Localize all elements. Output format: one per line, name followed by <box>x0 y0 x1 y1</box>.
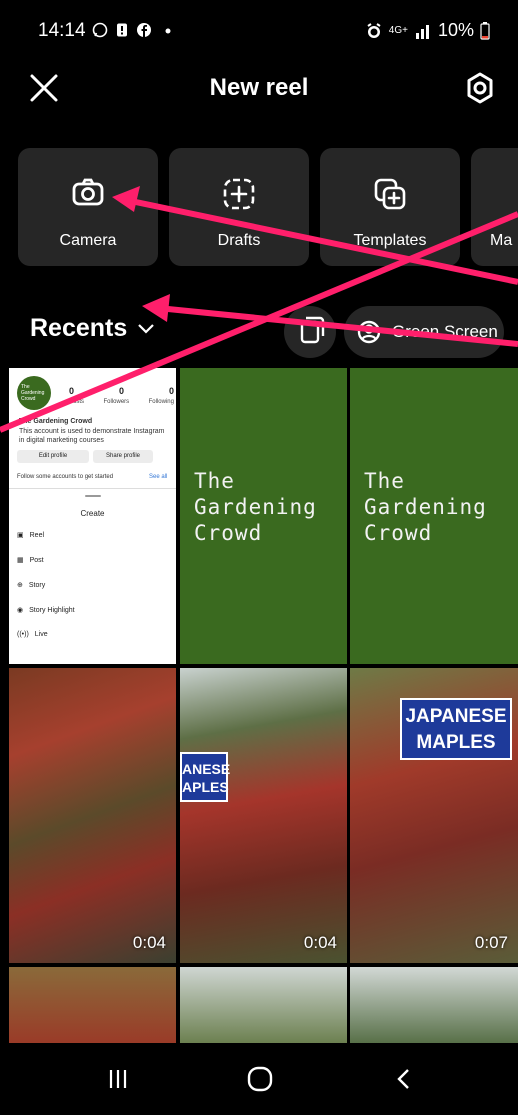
sheet-item-reel: ▣ Reel <box>17 531 45 540</box>
network-type: 4G+ <box>388 24 408 36</box>
reel-icon: ▣ <box>17 532 24 539</box>
gardening-crowd-thumbnail[interactable]: The Gardening Crowd <box>180 368 347 664</box>
maple-video-thumbnail[interactable]: JAPANESE MAPLES 0:07 <box>350 668 518 963</box>
photo-thumbnail[interactable] <box>180 967 347 1043</box>
recents-label: Recents <box>30 314 128 342</box>
phone-screen: 14:14 4G+ 10% New reel Camera Drafts Tem… <box>0 0 518 1115</box>
embed-follow-text: Follow some accounts to get started <box>17 474 114 480</box>
drafts-icon <box>223 178 255 210</box>
embed-counts: 0 0 0 <box>69 386 174 396</box>
sheet-item-label: Post <box>29 556 44 564</box>
gear-icon[interactable] <box>462 70 498 106</box>
notification-icon <box>117 23 127 37</box>
video-duration: 0:07 <box>474 933 508 952</box>
photo-thumbnail[interactable] <box>350 967 518 1043</box>
sheet-item-label: Story <box>28 581 46 589</box>
more-tile[interactable]: Ma <box>471 148 518 266</box>
whatsapp-icon <box>92 22 108 38</box>
japanese-maples-sign: JAPANESE MAPLES <box>400 698 512 760</box>
embed-avatar: The Gardening Crowd <box>17 376 51 410</box>
embed-name: The Gardening Crowd <box>19 418 93 425</box>
alarm-icon <box>367 22 381 38</box>
sheet-item-label: Story Highlight <box>29 606 75 614</box>
embed-count-labels: Posts Followers Following <box>69 399 174 405</box>
sheet-title: Create <box>80 509 105 518</box>
camera-tile[interactable]: Camera <box>18 148 158 266</box>
multi-select-icon <box>300 316 325 344</box>
grid-icon: ▦ <box>17 557 24 564</box>
sheet-item-post: ▦ Post <box>17 556 44 565</box>
camera-icon <box>72 178 104 206</box>
sheet-item-label: Reel <box>29 531 45 539</box>
sheet-item-story: ⊕ Story <box>17 581 46 590</box>
chevron-down-icon <box>138 323 155 334</box>
camera-label: Camera <box>59 232 117 249</box>
dot-icon <box>165 28 171 34</box>
embed-edit-profile: Edit profile <box>17 450 89 463</box>
sheet-handle <box>85 495 101 497</box>
profile-screenshot-thumbnail[interactable]: The Gardening Crowd 0 0 0 Posts Follower… <box>9 368 176 664</box>
green-screen-button[interactable]: Green Screen <box>344 306 504 358</box>
sheet-item-highlight: ◉ Story Highlight <box>17 606 75 615</box>
status-time: 14:14 <box>38 20 86 41</box>
japanese-maples-sign: ANESE APLES <box>180 752 230 802</box>
signal-icon <box>415 24 429 39</box>
templates-label: Templates <box>353 232 427 249</box>
drafts-tile[interactable]: Drafts <box>169 148 309 266</box>
embed-posts-count: 0 <box>69 386 75 396</box>
thumbnail-text: The Gardening Crowd <box>364 469 487 545</box>
embed-posts-label: Posts <box>69 399 85 405</box>
embed-see-all: See all <box>149 474 168 480</box>
more-label: Ma <box>490 232 513 249</box>
back-icon[interactable] <box>394 1067 414 1091</box>
maple-video-thumbnail[interactable]: 0:04 <box>9 668 176 963</box>
home-icon[interactable] <box>246 1065 274 1093</box>
photo-thumbnail[interactable] <box>9 967 176 1043</box>
status-bar: 14:14 4G+ 10% <box>0 0 518 62</box>
recent-apps-icon[interactable] <box>106 1067 130 1091</box>
thumbnail-text: The Gardening Crowd <box>194 469 317 545</box>
page-title: New reel <box>209 74 309 101</box>
video-duration: 0:04 <box>303 933 337 952</box>
green-screen-icon <box>357 320 381 344</box>
drafts-label: Drafts <box>217 232 261 249</box>
system-nav-bar <box>0 1043 518 1115</box>
embed-followers-count: 0 <box>118 386 124 396</box>
story-icon: ⊕ <box>17 582 23 589</box>
embed-share-profile: Share profile <box>93 450 153 463</box>
recents-dropdown[interactable]: Recents <box>30 314 155 343</box>
status-right: 4G+ 10% <box>365 20 490 41</box>
embed-following-count: 0 <box>168 386 174 396</box>
sheet-item-live: ((•)) Live <box>17 631 48 638</box>
sheet-item-label: Live <box>34 631 48 638</box>
maple-video-thumbnail[interactable]: ANESE APLES 0:04 <box>180 668 347 963</box>
video-duration: 0:04 <box>132 933 166 952</box>
templates-tile[interactable]: Templates <box>320 148 460 266</box>
battery-icon <box>480 21 490 40</box>
embed-create-sheet: Create ▣ Reel ▦ Post ⊕ Story ◉ Story Highlig… <box>9 488 176 664</box>
gardening-crowd-thumbnail[interactable]: The Gardening Crowd <box>350 368 518 664</box>
multi-select-button[interactable] <box>284 306 336 358</box>
embed-bio: This account is used to demonstrate Inst… <box>19 428 165 444</box>
live-icon: ((•)) <box>17 631 29 638</box>
templates-icon <box>374 178 406 210</box>
green-screen-label: Green Screen <box>392 322 498 341</box>
battery-text: 10% <box>437 20 474 40</box>
highlight-icon: ◉ <box>17 607 24 614</box>
facebook-icon <box>137 23 151 37</box>
embed-followers-label: Followers <box>103 399 130 405</box>
embed-following-label: Following <box>148 399 174 405</box>
